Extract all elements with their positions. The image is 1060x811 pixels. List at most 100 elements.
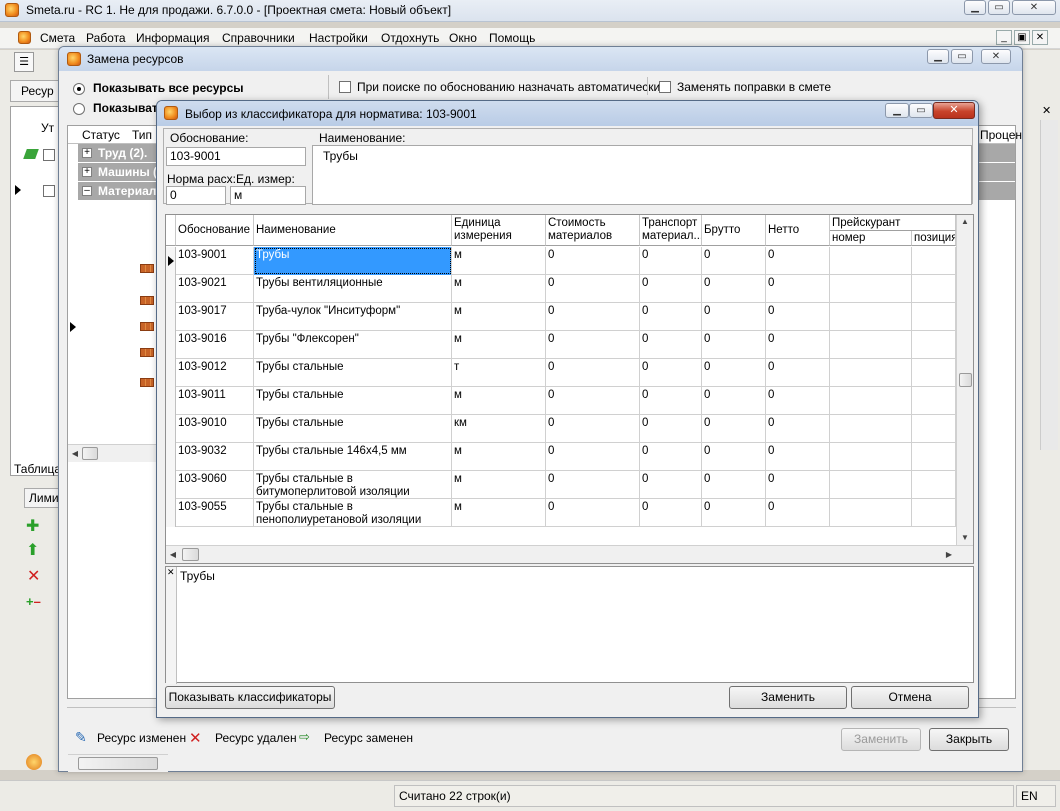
- table-row[interactable]: 103-9060 Трубы стальные в битумоперлитово…: [166, 471, 956, 499]
- cell-name[interactable]: Трубы стальные: [254, 415, 452, 443]
- cell-unit[interactable]: м: [452, 387, 546, 415]
- row-indicator[interactable]: [166, 359, 176, 387]
- table-row[interactable]: 103-9055 Трубы стальные в пенополиуретано…: [166, 499, 956, 527]
- col-net-header[interactable]: Нетто: [766, 215, 830, 246]
- auto-assign-checkbox[interactable]: [339, 81, 351, 93]
- cell-basis[interactable]: 103-9017: [176, 303, 254, 331]
- cell-name[interactable]: Трубы стальные в битумоперлитовой изоляц…: [254, 471, 452, 499]
- table-row[interactable]: 103-9032 Трубы стальные 146х4,5 мм м 0 0 0 0: [166, 443, 956, 471]
- cell-unit[interactable]: м: [452, 303, 546, 331]
- cell-transport[interactable]: 0: [640, 303, 702, 331]
- cell-gross[interactable]: 0: [702, 303, 766, 331]
- cell-name[interactable]: Трубы стальные 146х4,5 мм: [254, 443, 452, 471]
- cell-empty[interactable]: [912, 471, 956, 499]
- cell-gross[interactable]: 0: [702, 275, 766, 303]
- toolbar-tree-icon[interactable]: ☰: [14, 52, 34, 72]
- cell-transport[interactable]: 0: [640, 247, 702, 275]
- cell-empty[interactable]: [830, 499, 912, 527]
- replace-dialog-replace-button[interactable]: Заменить: [841, 728, 921, 751]
- cell-empty[interactable]: [912, 499, 956, 527]
- cell-net[interactable]: 0: [766, 499, 830, 527]
- classifier-close-icon[interactable]: ✕: [933, 102, 975, 119]
- cell-empty[interactable]: [912, 415, 956, 443]
- tree-hscrollbar[interactable]: ◀: [68, 444, 168, 462]
- row-indicator[interactable]: [166, 303, 176, 331]
- cell-net[interactable]: 0: [766, 331, 830, 359]
- menu-window[interactable]: Окно: [449, 31, 477, 45]
- row-indicator[interactable]: [166, 247, 176, 275]
- classifier-maximize-icon[interactable]: ▭: [909, 103, 933, 118]
- menu-settings[interactable]: Настройки: [309, 31, 368, 45]
- cell-empty[interactable]: [912, 443, 956, 471]
- row-indicator[interactable]: [166, 331, 176, 359]
- cell-net[interactable]: 0: [766, 443, 830, 471]
- table-row[interactable]: 103-9012 Трубы стальные т 0 0 0 0: [166, 359, 956, 387]
- replace-dialog-close-icon[interactable]: ✕: [981, 49, 1011, 64]
- table-row[interactable]: 103-9017 Труба-чулок "Инситуформ" м 0 0 0 0: [166, 303, 956, 331]
- cell-basis[interactable]: 103-9011: [176, 387, 254, 415]
- cell-basis[interactable]: 103-9060: [176, 471, 254, 499]
- radio-show-all[interactable]: [73, 83, 85, 95]
- cell-name[interactable]: Трубы стальные: [254, 359, 452, 387]
- row-indicator[interactable]: [166, 499, 176, 527]
- cell-unit[interactable]: м: [452, 471, 546, 499]
- mdi-minimize-icon[interactable]: _: [996, 30, 1012, 45]
- cell-net[interactable]: 0: [766, 415, 830, 443]
- menu-work[interactable]: Работа: [86, 31, 126, 45]
- cell-empty[interactable]: [912, 331, 956, 359]
- mdi-close-icon[interactable]: ✕: [1032, 30, 1048, 45]
- col-basis-header[interactable]: Обоснование: [176, 215, 254, 246]
- cell-transport[interactable]: 0: [640, 331, 702, 359]
- norm-field[interactable]: 0: [166, 186, 226, 205]
- move-up-icon[interactable]: ⬆: [26, 540, 39, 560]
- expand-icon[interactable]: +: [82, 167, 92, 177]
- cell-transport[interactable]: 0: [640, 471, 702, 499]
- cell-cost[interactable]: 0: [546, 359, 640, 387]
- scroll-left-icon[interactable]: ◀: [166, 550, 180, 559]
- cell-net[interactable]: 0: [766, 275, 830, 303]
- scroll-right-icon[interactable]: ▶: [942, 550, 956, 559]
- cell-transport[interactable]: 0: [640, 387, 702, 415]
- cell-cost[interactable]: 0: [546, 331, 640, 359]
- basis-field[interactable]: 103-9001: [166, 147, 306, 166]
- table-row[interactable]: 103-9001 Трубы м 0 0 0 0: [166, 247, 956, 275]
- cell-name[interactable]: Трубы: [254, 247, 452, 275]
- cell-net[interactable]: 0: [766, 471, 830, 499]
- unit-field[interactable]: м: [230, 186, 306, 205]
- cell-basis[interactable]: 103-9010: [176, 415, 254, 443]
- row-checkbox[interactable]: [43, 149, 55, 161]
- cell-gross[interactable]: 0: [702, 415, 766, 443]
- cell-basis[interactable]: 103-9012: [176, 359, 254, 387]
- table-row[interactable]: 103-9011 Трубы стальные м 0 0 0 0: [166, 387, 956, 415]
- cell-empty[interactable]: [830, 303, 912, 331]
- cell-unit[interactable]: м: [452, 275, 546, 303]
- menu-rest[interactable]: Отдохнуть: [381, 31, 439, 45]
- cell-net[interactable]: 0: [766, 247, 830, 275]
- cell-empty[interactable]: [830, 387, 912, 415]
- collapse-icon[interactable]: –: [82, 186, 92, 196]
- scroll-thumb[interactable]: [959, 373, 972, 387]
- cell-cost[interactable]: 0: [546, 247, 640, 275]
- scroll-up-icon[interactable]: ▲: [958, 217, 972, 226]
- cell-transport[interactable]: 0: [640, 443, 702, 471]
- cell-gross[interactable]: 0: [702, 499, 766, 527]
- cell-gross[interactable]: 0: [702, 359, 766, 387]
- classifier-cancel-button[interactable]: Отмена: [851, 686, 969, 709]
- menu-help[interactable]: Помощь: [489, 31, 535, 45]
- detail-hscrollbar[interactable]: [68, 754, 168, 772]
- row-indicator[interactable]: [166, 275, 176, 303]
- radio-show-other[interactable]: [73, 103, 85, 115]
- cell-basis[interactable]: 103-9001: [176, 247, 254, 275]
- close-icon[interactable]: ✕: [1012, 0, 1056, 15]
- col-name-header[interactable]: Наименование: [254, 215, 452, 246]
- add-remove-icon[interactable]: +–: [26, 594, 41, 609]
- cell-empty[interactable]: [830, 331, 912, 359]
- cell-unit[interactable]: т: [452, 359, 546, 387]
- cell-empty[interactable]: [830, 275, 912, 303]
- col-price-no-header[interactable]: номер: [830, 231, 912, 246]
- cell-empty[interactable]: [830, 247, 912, 275]
- menu-smeta[interactable]: Смета: [40, 31, 75, 45]
- cell-basis[interactable]: 103-9021: [176, 275, 254, 303]
- cell-cost[interactable]: 0: [546, 275, 640, 303]
- replace-fixes-checkbox[interactable]: [659, 81, 671, 93]
